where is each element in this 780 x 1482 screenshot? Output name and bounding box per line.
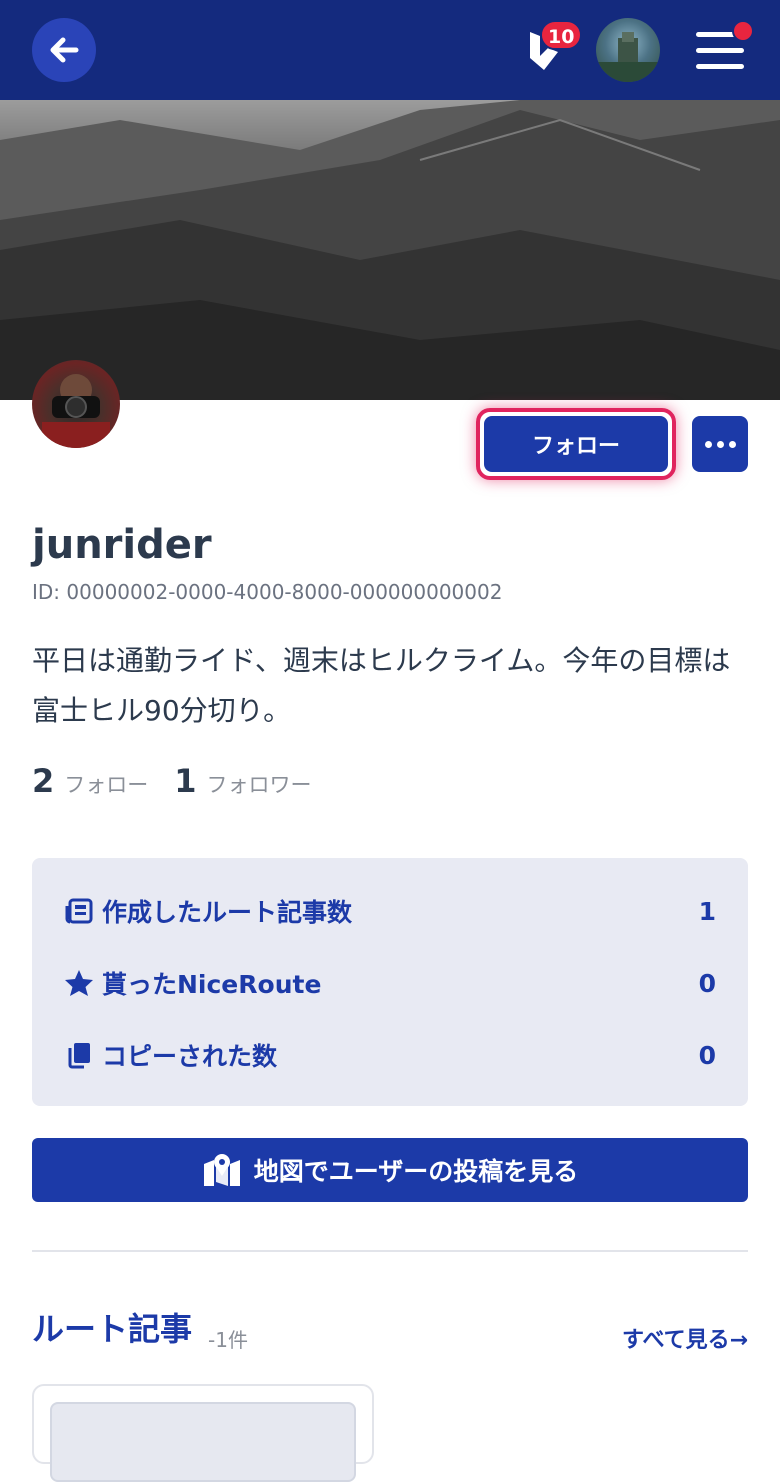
more-options-button[interactable]: [692, 416, 748, 472]
dot-icon: [728, 440, 736, 448]
star-icon: [64, 968, 94, 998]
stat-value: 0: [698, 968, 716, 998]
stat-label: 作成したルート記事数: [102, 898, 353, 927]
stat-value: 0: [698, 1040, 716, 1070]
stat-row-copies: コピーされた数 0: [64, 1035, 716, 1075]
user-id: ID: 00000002-0000-4000-8000-000000000002: [32, 580, 503, 604]
copy-icon: [64, 1040, 94, 1070]
routes-section-count: -1件: [208, 1328, 248, 1352]
username: junrider: [32, 522, 212, 568]
stat-row-nice-route: 貰ったNiceRoute 0: [64, 963, 716, 1003]
stat-label: コピーされた数: [102, 1042, 278, 1071]
followers-label[interactable]: フォロワー: [207, 769, 312, 799]
follow-counts: 2 フォロー 1 フォロワー: [32, 762, 338, 800]
routes-section-title: ルート記事: [32, 1310, 193, 1348]
user-bio: 平日は通勤ライド、週末はヒルクライム。今年の目標は富士ヒル90分切り。: [32, 644, 731, 727]
section-divider: [32, 1250, 748, 1252]
following-label[interactable]: フォロー: [64, 769, 148, 799]
following-count[interactable]: 2: [32, 762, 54, 800]
followers-count[interactable]: 1: [174, 762, 196, 800]
notification-badge: 10: [540, 20, 583, 50]
follow-button-highlight: フォロー: [476, 408, 676, 480]
stat-value: 1: [698, 896, 716, 926]
route-card-thumbnail: [50, 1402, 356, 1482]
view-posts-on-map-button[interactable]: 地図でユーザーの投稿を見る: [32, 1138, 748, 1202]
follow-button[interactable]: フォロー: [484, 416, 668, 472]
stat-label: 貰ったNiceRoute: [102, 970, 322, 999]
avatar-image: [42, 374, 110, 448]
dot-icon: [716, 440, 724, 448]
top-app-bar: 10: [0, 0, 780, 100]
profile-avatar: [32, 360, 120, 448]
cover-image: [0, 100, 780, 400]
dot-icon: [704, 440, 712, 448]
stats-panel: 作成したルート記事数 1 貰ったNiceRoute 0 コピーされた数 0: [32, 858, 748, 1106]
article-icon: [64, 896, 94, 926]
avatar-image: [596, 32, 660, 82]
mountain-landscape: [0, 100, 780, 400]
current-user-avatar[interactable]: [596, 18, 660, 82]
arrow-left-icon: [50, 37, 79, 63]
see-all-link[interactable]: すべて見る→: [608, 1322, 748, 1354]
map-button-label: 地図でユーザーの投稿を見る: [253, 1157, 579, 1186]
menu-notification-dot: [732, 20, 754, 42]
stat-row-routes: 作成したルート記事数 1: [64, 891, 716, 931]
map-marker-icon: [203, 1154, 240, 1186]
route-card[interactable]: [32, 1384, 374, 1482]
back-button[interactable]: [32, 18, 96, 82]
